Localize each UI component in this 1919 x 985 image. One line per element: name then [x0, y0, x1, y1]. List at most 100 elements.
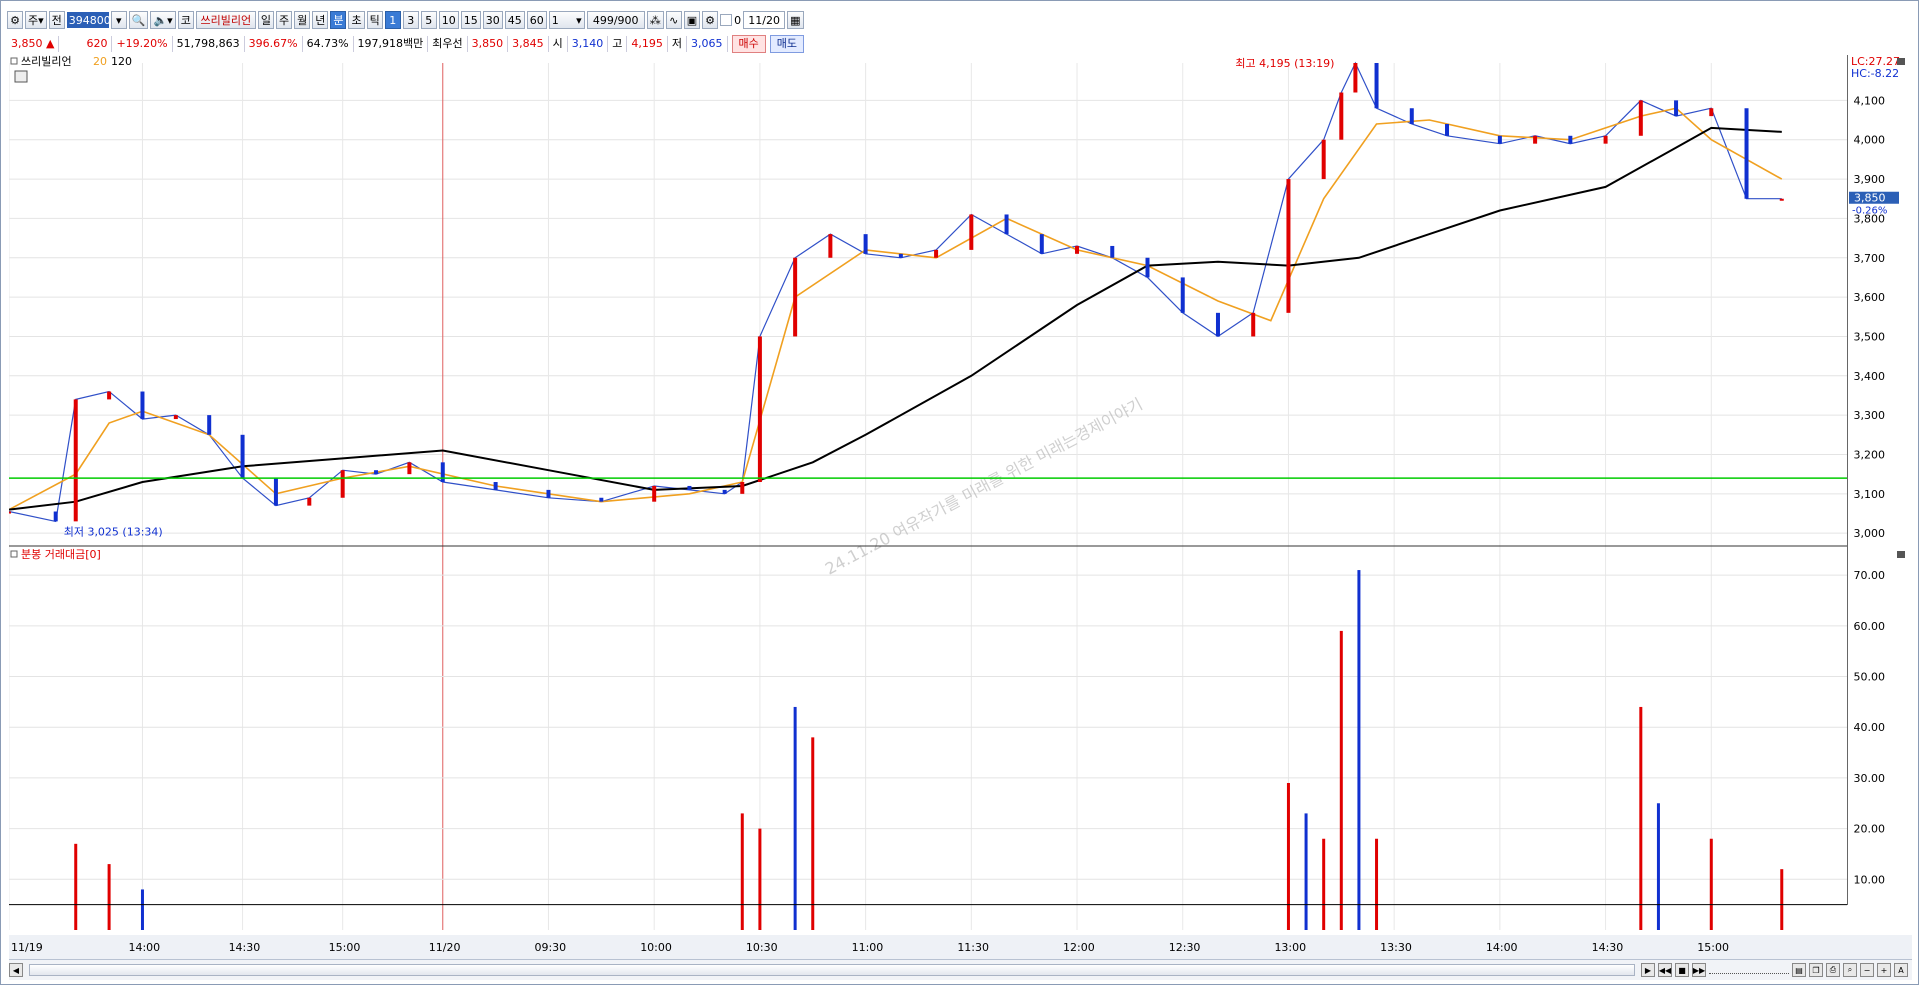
jeon-button[interactable]: 전 — [48, 11, 65, 29]
indicator-icon[interactable]: ⁂ — [646, 11, 664, 29]
interval-button-3[interactable]: 3 — [402, 11, 419, 29]
stock-code-input[interactable]: 394800 — [66, 12, 111, 28]
scroll-controls: ▶ ◀◀ ■ ▶▶ ▤ ❐ ⎙ ⌕ − + A — [1641, 963, 1912, 977]
font-size-button[interactable]: A — [1894, 963, 1908, 977]
price-candle — [493, 482, 498, 490]
volume-y-tick-label: 50.00 — [1854, 671, 1886, 684]
price-candle — [1110, 245, 1115, 258]
code-dropdown-button[interactable]: ▾ — [110, 11, 127, 29]
interval-button-10[interactable]: 10 — [438, 11, 459, 29]
x-tick-label: 15:00 — [329, 941, 361, 954]
period-button-month[interactable]: 월 — [294, 11, 311, 29]
period-button-week[interactable]: 주 — [275, 11, 293, 29]
interval-button-1[interactable]: 1 — [384, 11, 401, 29]
period-button-tick[interactable]: 틱 — [366, 11, 383, 29]
price-change-pct: +19.20% — [112, 36, 173, 52]
hts-chart-window: ⚙ 주 ▾ 전 394800 ▾ 🔍 🔈▾ 코 쓰리빌리언 일 주 월 년 분 초… — [0, 0, 1919, 985]
x-tick-label: 13:00 — [1274, 941, 1306, 954]
count-input[interactable]: 499/900 — [586, 11, 645, 29]
rewind-button[interactable]: ◀◀ — [1658, 963, 1672, 977]
horizontal-scrollbar[interactable]: ◀ ▶ ◀◀ ■ ▶▶ ▤ ❐ ⎙ ⌕ − + A — [9, 959, 1912, 980]
buy-button[interactable]: 매수 — [731, 35, 766, 53]
checkbox-label: 0 — [734, 13, 742, 27]
trade-amount: 197,918백만 — [354, 36, 429, 52]
save-icon[interactable]: ▣ — [683, 11, 701, 29]
volume-bar — [811, 737, 815, 930]
zoom-out-button[interactable]: − — [1860, 963, 1874, 977]
search-icon[interactable]: 🔍 — [128, 11, 149, 29]
multiplier-dropdown[interactable]: 1 ▾ — [548, 11, 585, 29]
trend-icon[interactable]: ∿ — [665, 11, 682, 29]
rate-value: 64.73% — [303, 36, 354, 52]
volume-legend: 분봉 거래대금[0] — [21, 548, 101, 561]
stock-name-label: 쓰리빌리언 — [195, 11, 256, 29]
period-button-minute[interactable]: 분 — [330, 11, 347, 29]
zoom-in-button[interactable]: + — [1877, 963, 1891, 977]
print-icon[interactable]: ⎙ — [1826, 963, 1840, 977]
price-candle — [53, 511, 58, 522]
grid-toggle-icon[interactable] — [14, 70, 28, 83]
x-tick-label: 12:00 — [1063, 941, 1095, 954]
price-candle — [407, 462, 412, 475]
interval-button-15[interactable]: 15 — [460, 11, 481, 29]
sell-button[interactable]: 매도 — [769, 35, 805, 53]
price-candle — [340, 470, 345, 498]
x-tick-label: 12:30 — [1169, 941, 1201, 954]
volume-bar — [740, 813, 744, 930]
x-tick-label: 11:00 — [852, 941, 884, 954]
price-candle — [1374, 63, 1379, 109]
scroll-thumb[interactable] — [29, 964, 1635, 976]
volume-bar — [1357, 570, 1361, 930]
price-candle — [1533, 135, 1538, 144]
chart-settings-button[interactable]: ⚙ — [7, 11, 23, 29]
price-candle — [934, 249, 939, 258]
volume-y-tick-label: 40.00 — [1854, 721, 1886, 734]
volume-bar — [1286, 782, 1290, 930]
period-button-year[interactable]: 년 — [312, 11, 329, 29]
layout-icon[interactable]: ▤ — [1792, 963, 1806, 977]
zoom-slider[interactable] — [1709, 967, 1789, 974]
x-tick-label: 14:30 — [1592, 941, 1624, 954]
period-dropdown[interactable]: 주 ▾ — [25, 11, 47, 29]
scroll-left-button[interactable]: ◀ — [9, 963, 23, 977]
interval-button-30[interactable]: 30 — [482, 11, 503, 29]
volume-bar — [793, 706, 797, 930]
period-button-second[interactable]: 초 — [348, 11, 365, 29]
price-panel-close-icon[interactable] — [1897, 58, 1905, 65]
toggle-checkbox[interactable] — [720, 14, 733, 26]
current-price-tag-text: 3,850 — [1854, 192, 1886, 205]
gear-icon[interactable]: ⚙ — [702, 11, 719, 29]
date-input[interactable]: 11/20 — [743, 11, 786, 29]
interval-button-45[interactable]: 45 — [504, 11, 525, 29]
x-tick-label: 15:00 — [1697, 941, 1729, 954]
copy-icon[interactable]: ❐ — [1809, 963, 1823, 977]
current-price: 3,850 ▲ — [7, 36, 60, 52]
price-legend-name: 쓰리빌리언 — [21, 55, 72, 68]
price-candle — [1321, 139, 1326, 180]
price-candle — [9, 511, 11, 514]
price-candle — [740, 482, 745, 494]
forward-button[interactable]: ▶▶ — [1692, 963, 1706, 977]
x-tick-label: 11:30 — [957, 941, 989, 954]
volume-panel-close-icon[interactable] — [1897, 551, 1905, 558]
price-candle — [107, 391, 112, 400]
speaker-icon[interactable]: 🔈▾ — [150, 11, 176, 29]
stock-chart[interactable]: 24.11.20 여유작가를 미래를 위한 미래는경제이야기 3,0003,10… — [9, 55, 1912, 963]
interval-button-60[interactable]: 60 — [526, 11, 547, 29]
price-candle — [722, 489, 727, 494]
price-y-tick-label: 3,500 — [1854, 330, 1886, 343]
volume-bar — [1780, 869, 1784, 930]
price-y-tick-label: 3,200 — [1854, 448, 1886, 461]
period-button-day[interactable]: 일 — [257, 11, 274, 29]
price-candle — [546, 489, 551, 498]
scroll-right-button[interactable]: ▶ — [1641, 963, 1655, 977]
x-tick-label: 14:00 — [1486, 941, 1518, 954]
hc-label: HC:-8.22 — [1851, 67, 1899, 80]
price-candle — [1039, 234, 1044, 254]
x-tick-label: 14:00 — [128, 941, 160, 954]
interval-button-5[interactable]: 5 — [420, 11, 437, 29]
best-bid-label: 최우선 — [428, 36, 468, 52]
calendar-icon[interactable]: ▦ — [787, 11, 804, 29]
stop-button[interactable]: ■ — [1675, 963, 1689, 977]
zoom-icon[interactable]: ⌕ — [1843, 963, 1857, 977]
